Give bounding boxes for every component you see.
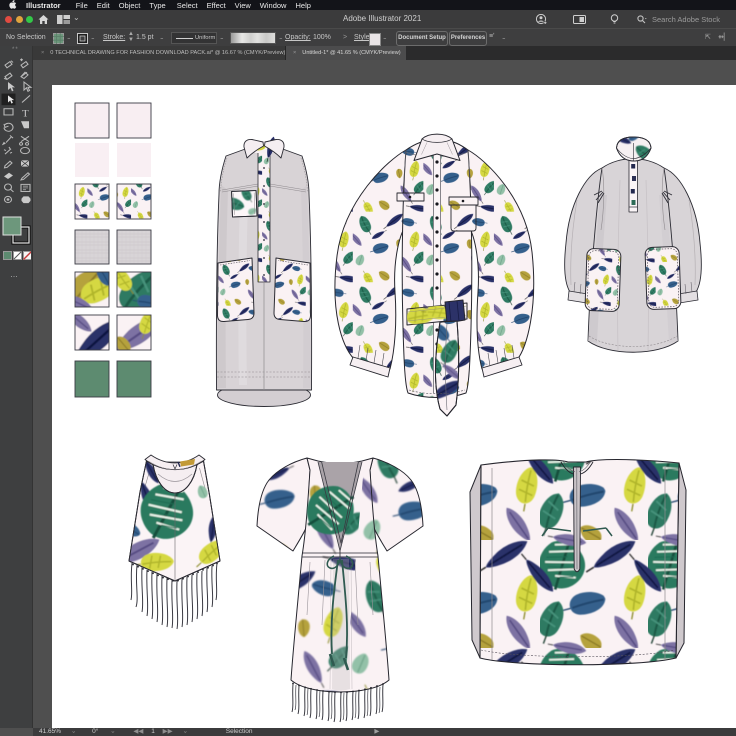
svg-text:T: T	[22, 109, 29, 119]
